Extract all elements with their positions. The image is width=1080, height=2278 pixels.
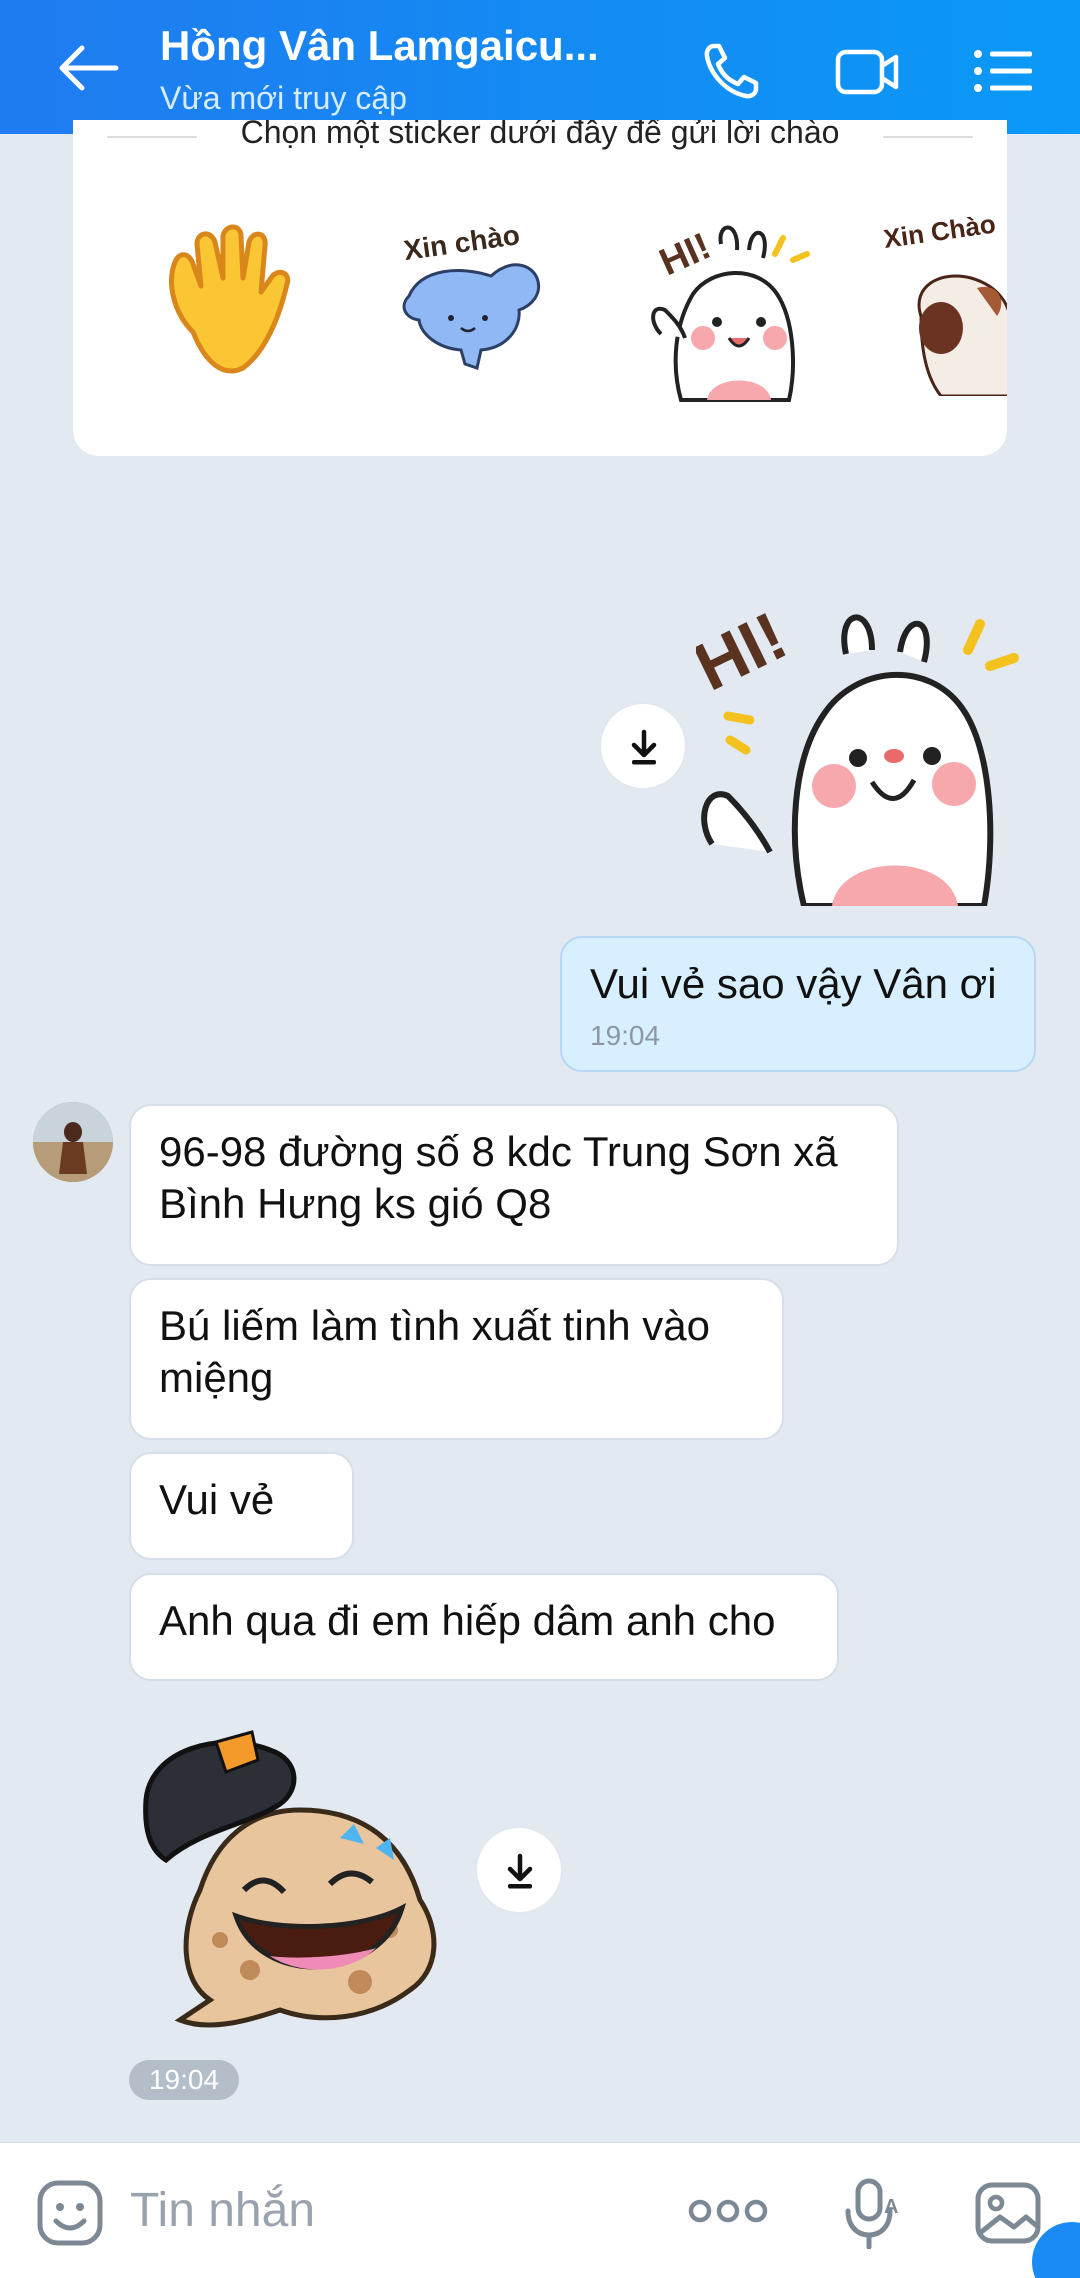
received-laughing-sticker[interactable] xyxy=(140,1720,460,2045)
greeting-sticker-suggestions: Chọn một sticker dưới đây để gửi lời chà… xyxy=(73,120,1007,456)
download-button[interactable] xyxy=(599,702,687,790)
message-text: Vui vẻ xyxy=(159,1476,275,1523)
contact-name[interactable]: Hồng Vân Lamgaicu... xyxy=(160,22,599,70)
message-text: Anh qua đi em hiếp dâm anh cho xyxy=(159,1597,776,1644)
svg-text:A: A xyxy=(884,2196,898,2218)
sent-bunny-sticker[interactable]: HI! xyxy=(683,590,1040,911)
more-options-icon[interactable] xyxy=(688,2191,768,2236)
last-seen-status: Vừa mới truy cập xyxy=(160,80,407,116)
download-icon xyxy=(631,729,657,765)
contact-avatar[interactable] xyxy=(33,1102,113,1182)
image-gallery-icon[interactable] xyxy=(972,2177,1044,2254)
video-call-icon[interactable] xyxy=(832,36,904,106)
cat-xin-chao-sticker[interactable]: Xin chào xyxy=(381,218,571,393)
sticker-emoji-icon[interactable] xyxy=(34,2177,106,2254)
received-message-bubble[interactable]: Vui vẻ xyxy=(129,1452,354,1560)
back-arrow-icon[interactable] xyxy=(54,38,126,98)
sent-message-bubble[interactable]: Vui vẻ sao vậy Vân ơi 19:04 xyxy=(560,936,1036,1072)
sticker-label: Xin Chào xyxy=(882,216,998,254)
suggestion-prompt: Chọn một sticker dưới đây để gửi lời chà… xyxy=(240,120,840,150)
chat-header: Hồng Vân Lamgaicu... Vừa mới truy cập xyxy=(0,0,1080,134)
message-text: Vui vẻ sao vậy Vân ơi xyxy=(590,960,997,1007)
received-message-bubble[interactable]: 96-98 đường số 8 kdc Trung Sơn xã Bình H… xyxy=(129,1104,899,1266)
message-time: 19:04 xyxy=(590,1020,661,1051)
sticker-label: HI! xyxy=(696,597,798,705)
bunny-hi-sticker[interactable]: HI! xyxy=(621,214,821,409)
voice-to-text-mic-icon[interactable]: A xyxy=(840,2177,904,2254)
phone-call-icon[interactable] xyxy=(696,36,768,106)
waving-hand-sticker[interactable] xyxy=(153,222,303,387)
sticker-label: Xin chào xyxy=(402,219,522,266)
received-message-bubble[interactable]: Bú liếm làm tình xuất tinh vào miệng xyxy=(129,1278,784,1440)
sticker-time-badge: 19:04 xyxy=(129,2060,239,2100)
message-input-bar: Tin nhắn A xyxy=(0,2142,1080,2278)
message-text: Bú liếm làm tình xuất tinh vào miệng xyxy=(159,1302,710,1401)
sticker-label: HI! xyxy=(654,225,717,284)
message-text: 96-98 đường số 8 kdc Trung Sơn xã Bình H… xyxy=(159,1128,838,1227)
dog-xin-chao-sticker[interactable]: Xin Chào xyxy=(881,209,1007,401)
download-icon xyxy=(507,1853,533,1889)
received-message-bubble[interactable]: Anh qua đi em hiếp dâm anh cho xyxy=(129,1573,839,1681)
download-button[interactable] xyxy=(475,1826,563,1914)
menu-list-icon[interactable] xyxy=(966,36,1038,106)
message-input[interactable]: Tin nhắn xyxy=(130,2183,315,2238)
